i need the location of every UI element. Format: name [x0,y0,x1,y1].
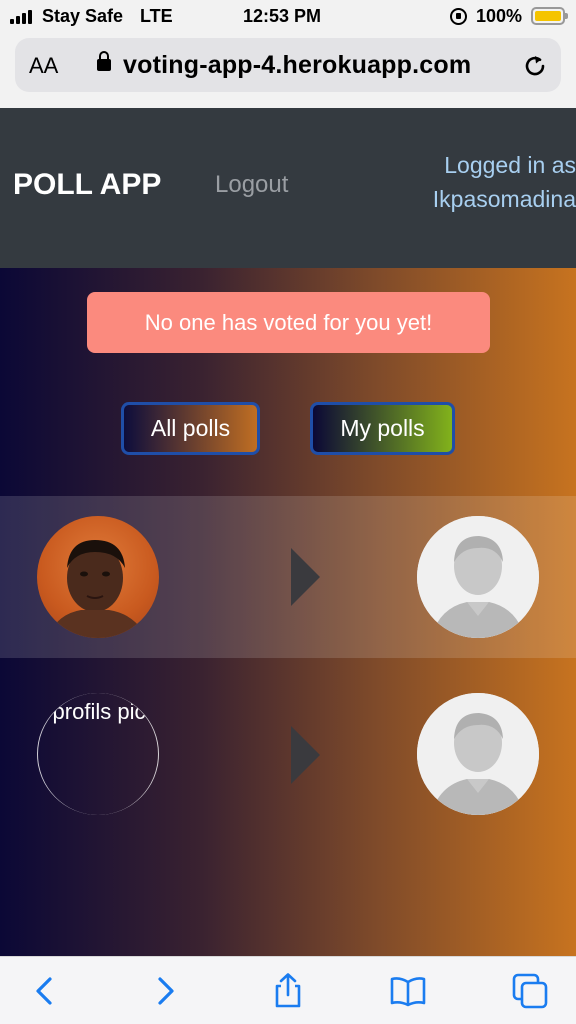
default-avatar-icon [417,516,539,638]
main-content: No one has voted for you yet! All polls … [0,268,576,956]
back-icon[interactable] [26,973,62,1009]
my-polls-button[interactable]: My polls [310,402,455,455]
vote-alert: No one has voted for you yet! [87,292,490,353]
arrow-right-icon [291,548,320,606]
battery-percentage: 100% [476,6,523,26]
bookmarks-icon[interactable] [390,973,426,1009]
profile-photo [37,516,159,638]
battery-icon [531,7,568,25]
broken-profile-image: profils pic [37,693,159,815]
logged-in-username: Ikpasomadina [432,186,576,212]
browser-address-area: AA voting-app-4.herokuapp.com [0,34,576,108]
address-bar[interactable]: AA voting-app-4.herokuapp.com [15,38,561,92]
reload-icon[interactable] [521,52,549,80]
url-text[interactable]: voting-app-4.herokuapp.com [123,51,471,80]
status-time: 12:53 PM [243,6,322,26]
status-bar: Stay Safe LTE 12:53 PM 100% [0,0,576,34]
app-navbar: POLL APP Logout Logged in as Ikpasomadin… [0,108,576,268]
share-icon[interactable] [270,973,306,1009]
padlock-icon [97,51,111,71]
network-type: LTE [140,6,173,26]
rotation-lock-icon [450,8,467,25]
logged-in-label: Logged in as [444,152,576,178]
poll-row[interactable] [0,496,576,658]
arrow-right-icon [291,726,320,784]
poll-row[interactable]: profils pic [0,658,576,826]
forward-icon[interactable] [148,973,184,1009]
app-brand[interactable]: POLL APP [13,168,161,202]
carrier-name: Stay Safe [42,6,124,26]
image-alt-text: profils pic [52,699,146,724]
logged-in-status: Logged in as Ikpasomadina [406,148,576,216]
all-polls-button[interactable]: All polls [121,402,260,455]
signal-bars-icon [10,10,36,24]
logout-link[interactable]: Logout [215,171,288,199]
browser-toolbar [0,956,576,1024]
tabs-icon[interactable] [512,973,548,1009]
text-size-button[interactable]: AA [29,53,58,79]
default-avatar-icon [417,693,539,815]
